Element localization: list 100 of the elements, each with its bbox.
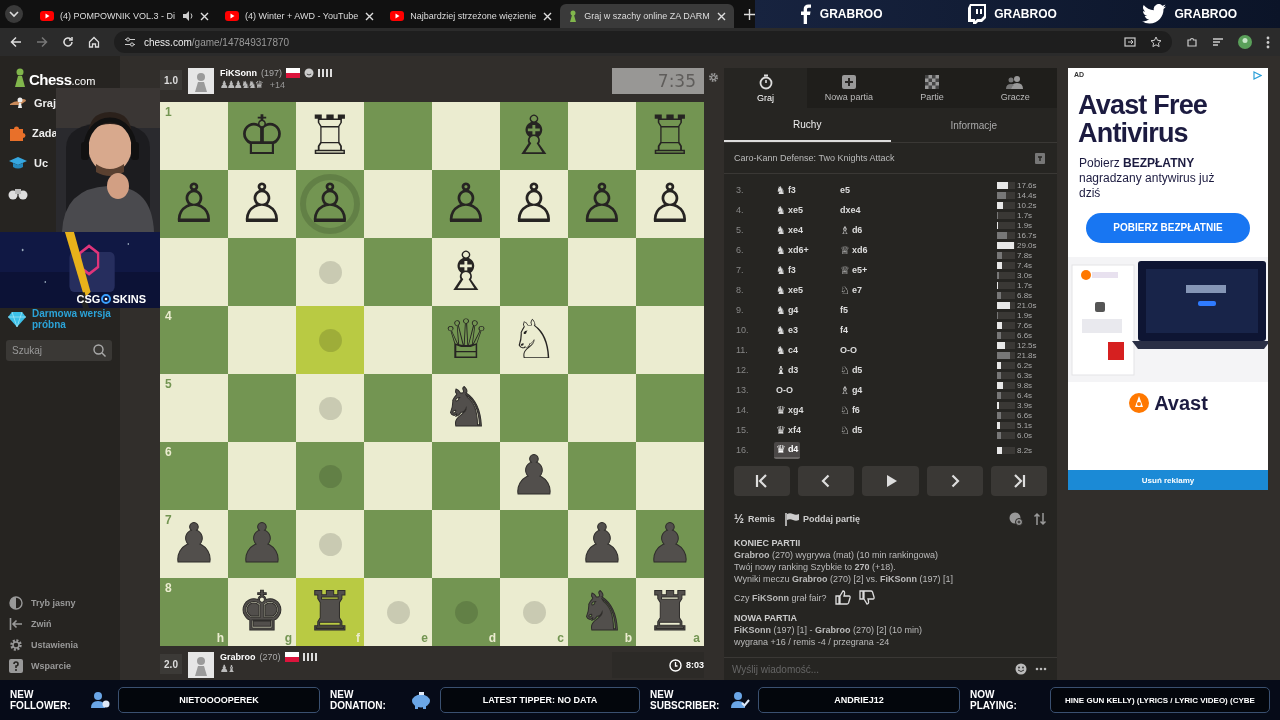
board-square[interactable]: [160, 238, 228, 306]
chess-piece[interactable]: ♟: [577, 517, 627, 571]
chat-input[interactable]: Wyślij wiadomość...: [730, 662, 1007, 676]
board-square[interactable]: [636, 374, 704, 442]
move[interactable]: O-O: [838, 344, 859, 356]
board-square[interactable]: [568, 306, 636, 374]
tab-list-icon[interactable]: [4, 4, 24, 24]
draw-button[interactable]: ½ Remis: [734, 512, 776, 526]
pawn-logo-icon[interactable]: [12, 68, 28, 88]
chess-piece[interactable]: ♖: [305, 109, 355, 163]
search-field[interactable]: Szukaj: [6, 340, 112, 361]
board-square[interactable]: ♘: [500, 306, 568, 374]
move[interactable]: ♞ xd6+: [774, 242, 811, 258]
speaker-icon[interactable]: [182, 10, 194, 22]
board-square[interactable]: [432, 510, 500, 578]
move[interactable]: ♕ e5+: [838, 262, 870, 278]
move[interactable]: ♞ xe5: [774, 282, 805, 298]
close-icon[interactable]: [543, 11, 553, 21]
board-square[interactable]: ♕: [432, 306, 500, 374]
sidebar-footer-item[interactable]: Zwiń: [0, 613, 120, 634]
board-square[interactable]: ♙: [160, 170, 228, 238]
panel-tab[interactable]: Graj: [724, 68, 808, 108]
chess-piece[interactable]: ♘: [509, 313, 559, 367]
move-hint-dot[interactable]: [386, 600, 410, 624]
chess-piece[interactable]: ♟: [509, 449, 559, 503]
board-square[interactable]: [432, 102, 500, 170]
chess-piece[interactable]: ♙: [237, 177, 287, 231]
back-icon[interactable]: [10, 36, 22, 48]
ad-choices-icon[interactable]: [1253, 71, 1262, 80]
last-move-button[interactable]: [990, 466, 1047, 496]
browser-tab[interactable]: (4) POMPOWNIK VOL.3 - Di: [32, 4, 217, 28]
home-icon[interactable]: [88, 36, 100, 48]
board-square[interactable]: ♞: [432, 374, 500, 442]
board-square[interactable]: [568, 442, 636, 510]
site-settings-icon[interactable]: [124, 36, 136, 48]
trial-link[interactable]: Darmowa wersja próbna: [0, 308, 120, 330]
previous-move-button[interactable]: [798, 466, 855, 496]
download-button[interactable]: POBIERZ BEZPŁATNIE: [1086, 212, 1250, 243]
board-square[interactable]: ♙: [636, 170, 704, 238]
move[interactable]: ♛ xg4: [774, 402, 806, 418]
move[interactable]: ♝ d3: [774, 362, 801, 378]
board-square[interactable]: [500, 510, 568, 578]
move[interactable]: f4: [838, 324, 850, 336]
board-square[interactable]: [296, 442, 364, 510]
thumbs-up-icon[interactable]: [834, 590, 851, 605]
board-square[interactable]: [500, 238, 568, 306]
board-square[interactable]: ♖: [296, 102, 364, 170]
chess-piece[interactable]: ♞: [441, 381, 491, 435]
move[interactable]: ♞ f3: [774, 262, 798, 278]
sidebar-footer-item[interactable]: Tryb jasny: [0, 592, 120, 613]
forward-icon[interactable]: [36, 36, 48, 48]
board-square[interactable]: ♙: [568, 170, 636, 238]
move[interactable]: ♕ xd6: [838, 242, 870, 258]
board-square[interactable]: [228, 442, 296, 510]
move[interactable]: dxe4: [838, 204, 863, 216]
more-icon[interactable]: [1035, 667, 1047, 671]
move[interactable]: ♛ d4: [774, 441, 801, 459]
board-square[interactable]: [364, 442, 432, 510]
chess-piece[interactable]: ♔: [237, 109, 287, 163]
chess-piece[interactable]: ♙: [645, 177, 695, 231]
board-square[interactable]: ♙: [228, 170, 296, 238]
profile-icon[interactable]: [1238, 35, 1252, 49]
chess-piece[interactable]: ♙: [169, 177, 219, 231]
board-square[interactable]: [500, 374, 568, 442]
move-hint-dot[interactable]: [522, 600, 546, 624]
new-tab-icon[interactable]: [743, 8, 755, 20]
more-icon[interactable]: [1266, 35, 1270, 49]
move[interactable]: ♗ d6: [838, 222, 865, 238]
move-hint-dot[interactable]: [318, 396, 342, 420]
move[interactable]: ♘ e7: [838, 282, 864, 298]
panel-subtab[interactable]: Ruchy: [724, 108, 891, 142]
close-icon[interactable]: [716, 11, 726, 21]
board-square[interactable]: ♙: [432, 170, 500, 238]
board-square[interactable]: [228, 374, 296, 442]
move[interactable]: ♘ f6: [838, 402, 862, 418]
resign-button[interactable]: Poddaj partię: [785, 512, 861, 526]
move-hint-dot[interactable]: [318, 532, 342, 556]
move[interactable]: O-O: [774, 384, 795, 396]
board-square[interactable]: ♗: [500, 102, 568, 170]
chess-piece[interactable]: ♖: [645, 109, 695, 163]
board-square[interactable]: ♖: [636, 102, 704, 170]
move[interactable]: ♞ g4: [774, 302, 801, 318]
browser-tab[interactable]: Najbardziej strzeżone więzienie: [382, 4, 561, 28]
board-square[interactable]: ♗: [432, 238, 500, 306]
move[interactable]: e5: [838, 184, 852, 196]
logo-text[interactable]: Chess.com: [29, 71, 96, 88]
next-move-button[interactable]: [926, 466, 983, 496]
first-move-button[interactable]: [734, 466, 791, 496]
board-square[interactable]: [568, 374, 636, 442]
board-square[interactable]: [296, 374, 364, 442]
move-hint-dot[interactable]: [318, 260, 342, 284]
move[interactable]: ♗ g4: [838, 382, 865, 398]
board-square[interactable]: ♟: [568, 510, 636, 578]
close-icon[interactable]: [365, 11, 375, 21]
chess-piece[interactable]: ♜: [305, 585, 355, 639]
player-name[interactable]: Grabroo: [220, 652, 256, 662]
emoji-icon[interactable]: [1015, 663, 1027, 675]
board-square[interactable]: ♙: [500, 170, 568, 238]
chess-piece[interactable]: ♜: [645, 585, 695, 639]
chess-piece[interactable]: ♕: [441, 313, 491, 367]
